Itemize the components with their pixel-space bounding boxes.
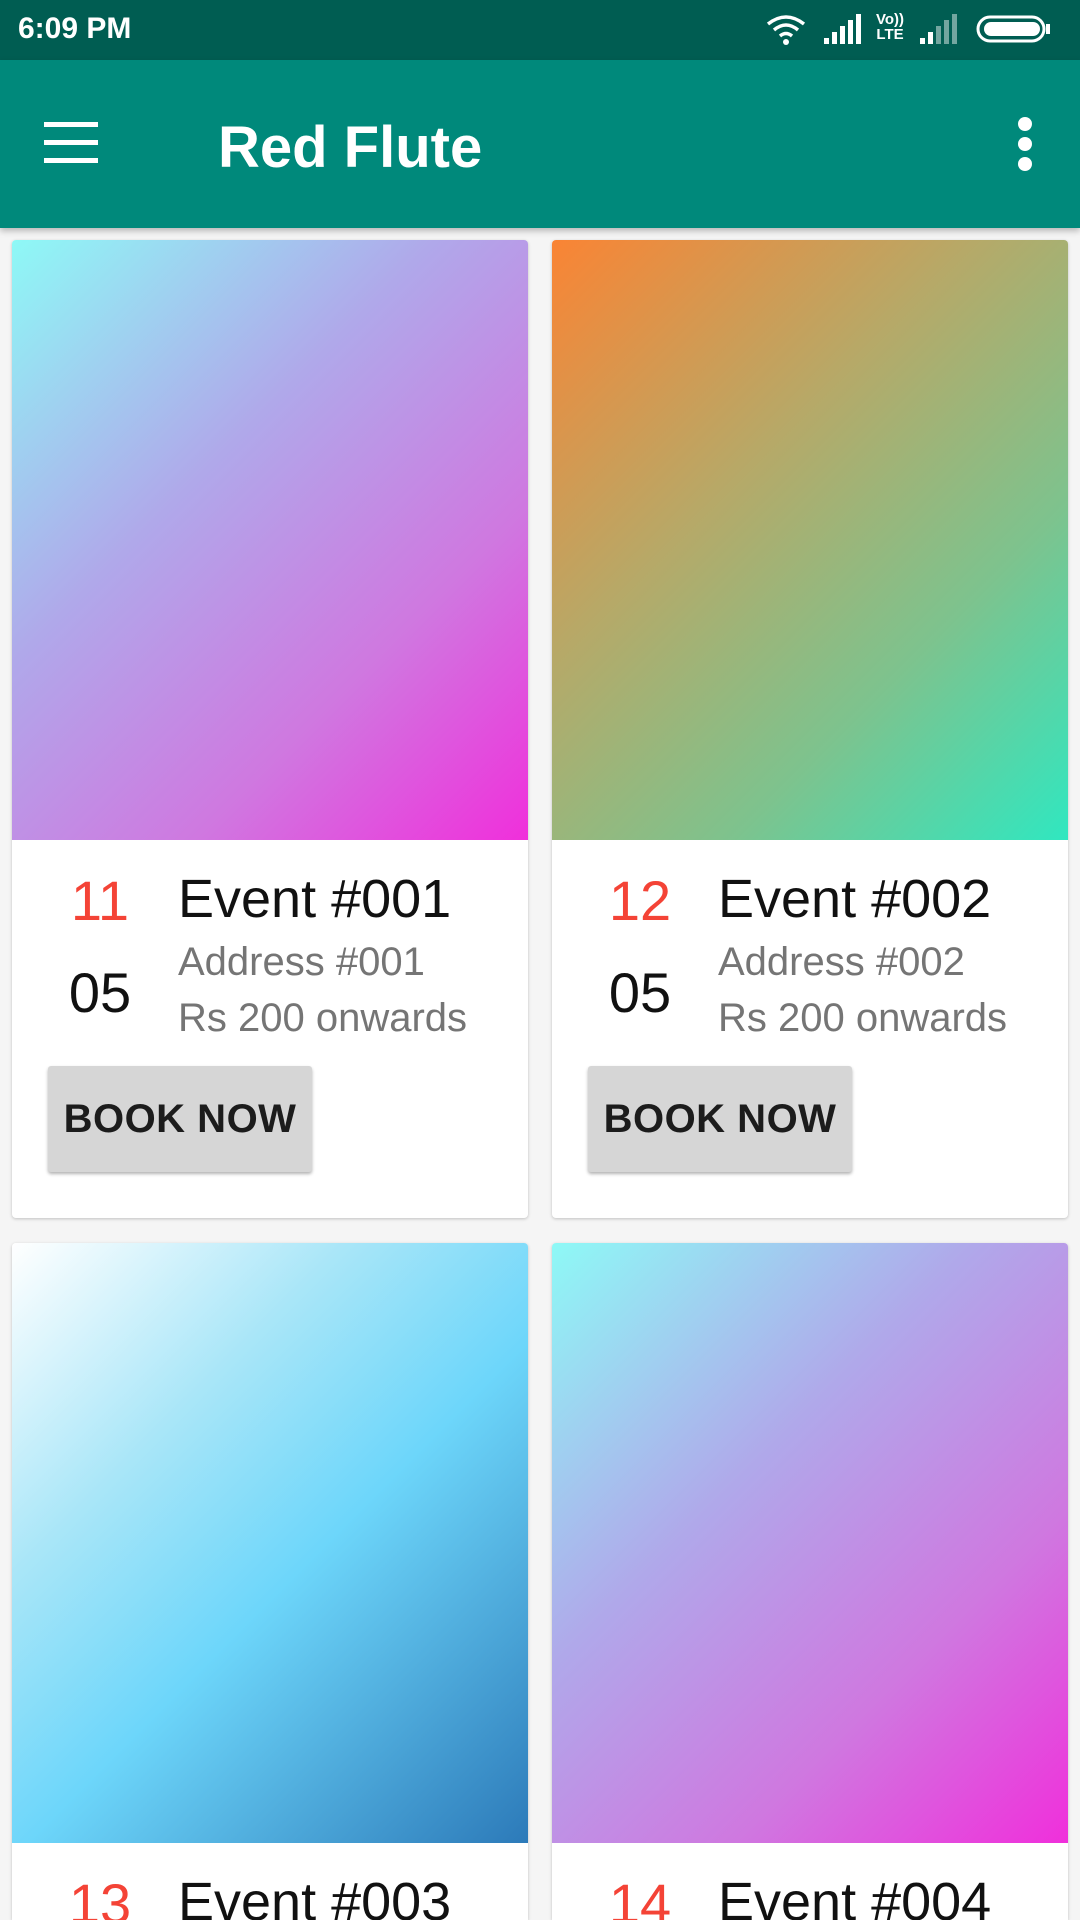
- more-vert-icon: [990, 117, 1060, 192]
- event-day: 12: [608, 869, 672, 932]
- event-month: 05: [608, 961, 672, 1024]
- event-title: Event #001: [178, 869, 452, 929]
- app-title: Red Flute: [218, 115, 483, 180]
- event-address: Address #001: [178, 940, 425, 984]
- battery-icon: [976, 12, 1052, 51]
- event-image: [552, 240, 1068, 840]
- event-card[interactable]: 11 05 Event #001 Address #001 Rs 200 onw…: [12, 240, 528, 1218]
- event-image: [12, 240, 528, 840]
- overflow-menu-button[interactable]: [990, 108, 1060, 188]
- event-title: Event #004: [718, 1872, 992, 1920]
- event-day: 11: [70, 869, 130, 932]
- status-bar: 6:09 PM Vo)) LTE: [0, 0, 1080, 60]
- event-image: [12, 1243, 528, 1843]
- event-title: Event #003: [178, 1872, 452, 1920]
- volte-label-bottom: LTE: [876, 26, 904, 43]
- menu-icon: [40, 122, 100, 184]
- status-time: 6:09 PM: [18, 12, 132, 45]
- event-card[interactable]: 13 Event #003: [12, 1243, 528, 1920]
- event-card[interactable]: 12 05 Event #002 Address #002 Rs 200 onw…: [552, 240, 1068, 1218]
- event-day: 13: [68, 1872, 132, 1920]
- event-card[interactable]: 14 Event #004: [552, 1243, 1068, 1920]
- app-bar: Red Flute: [0, 60, 1080, 228]
- event-address: Address #002: [718, 940, 965, 984]
- event-title: Event #002: [718, 869, 992, 929]
- event-month: 05: [68, 961, 132, 1024]
- book-now-button[interactable]: BOOK NOW: [48, 1066, 312, 1172]
- volte-icon: Vo)) LTE: [872, 12, 908, 42]
- signal-icon: [822, 12, 862, 51]
- signal-weak-icon: [918, 12, 958, 51]
- event-image: [552, 1243, 1068, 1843]
- event-day: 14: [608, 1872, 672, 1920]
- event-price: Rs 200 onwards: [178, 996, 468, 1040]
- status-icons: Vo)) LTE: [766, 12, 1066, 48]
- menu-button[interactable]: [40, 110, 130, 180]
- wifi-icon: [766, 12, 806, 51]
- event-price: Rs 200 onwards: [718, 996, 1008, 1040]
- book-now-button[interactable]: BOOK NOW: [588, 1066, 852, 1172]
